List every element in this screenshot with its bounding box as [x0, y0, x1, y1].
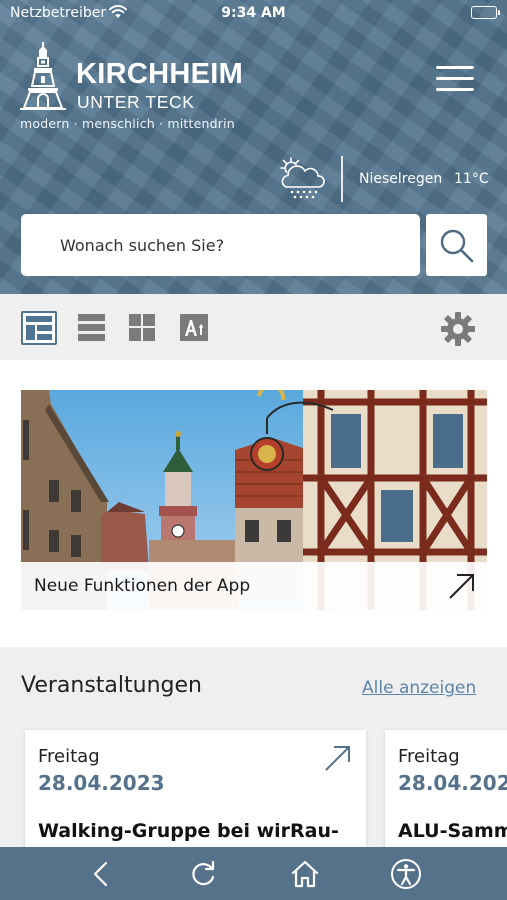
font-size-icon[interactable]	[178, 311, 214, 345]
accessibility-icon[interactable]	[389, 857, 423, 891]
events-section: Veranstaltungen Alle anzeigen Freitag 28…	[0, 647, 507, 847]
slogan: modern · menschlich · mittendrin	[20, 116, 235, 131]
weather-divider	[341, 156, 343, 202]
event-card[interactable]: Freitag 28.04.2023 Walking-Gruppe bei wi…	[25, 730, 366, 847]
bottom-nav	[0, 847, 507, 900]
layout-list-icon[interactable]	[76, 311, 112, 345]
back-icon[interactable]	[85, 857, 119, 891]
event-day: Freitag	[398, 746, 460, 767]
weather-temperature: 11°C	[454, 171, 489, 187]
gear-icon[interactable]	[440, 311, 476, 346]
clock: 9:34 AM	[221, 5, 286, 21]
weather-description: Nieselregen	[359, 171, 443, 187]
logo-subname: UNTER TECK	[77, 92, 195, 112]
arrow-up-right-icon	[449, 574, 474, 599]
app-header: Netzbetreiber 9:34 AM KIRCHHEIM UNTER TE…	[0, 0, 507, 294]
show-all-link[interactable]: Alle anzeigen	[362, 678, 476, 698]
arrow-up-right-icon	[325, 746, 350, 771]
status-bar: Netzbetreiber 9:34 AM	[0, 0, 507, 28]
event-date: 28.04.2023	[38, 771, 165, 795]
feature-card[interactable]: Neue Funktionen der App	[21, 390, 487, 610]
weather-widget[interactable]: Nieselregen 11°C	[278, 156, 493, 202]
home-icon[interactable]	[288, 857, 322, 891]
view-toolbar	[0, 294, 507, 360]
drizzle-cloud-icon	[280, 157, 325, 199]
search-icon	[440, 229, 474, 263]
feature-section: Neue Funktionen der App	[0, 360, 507, 647]
search-button[interactable]	[426, 214, 487, 276]
event-title: Walking-Gruppe bei wirRau-	[38, 820, 339, 842]
events-heading: Veranstaltungen	[21, 673, 202, 698]
event-title: ALU-Samm	[398, 820, 507, 842]
feature-caption-text: Neue Funktionen der App	[34, 576, 251, 596]
reload-icon[interactable]	[186, 857, 220, 891]
hamburger-menu-icon[interactable]	[436, 66, 474, 94]
event-date: 28.04.2023	[398, 771, 507, 795]
logo-name: KIRCHHEIM	[76, 58, 244, 90]
event-day: Freitag	[38, 746, 100, 767]
search-input[interactable]	[21, 214, 420, 276]
feature-caption: Neue Funktionen der App	[21, 562, 487, 610]
layout-grid-icon[interactable]	[127, 311, 163, 345]
church-tower-icon	[20, 42, 66, 110]
battery-icon	[471, 6, 500, 19]
layout-tiles-icon[interactable]	[21, 311, 57, 345]
event-card[interactable]: Freitag 28.04.2023 ALU-Samm	[385, 730, 507, 847]
